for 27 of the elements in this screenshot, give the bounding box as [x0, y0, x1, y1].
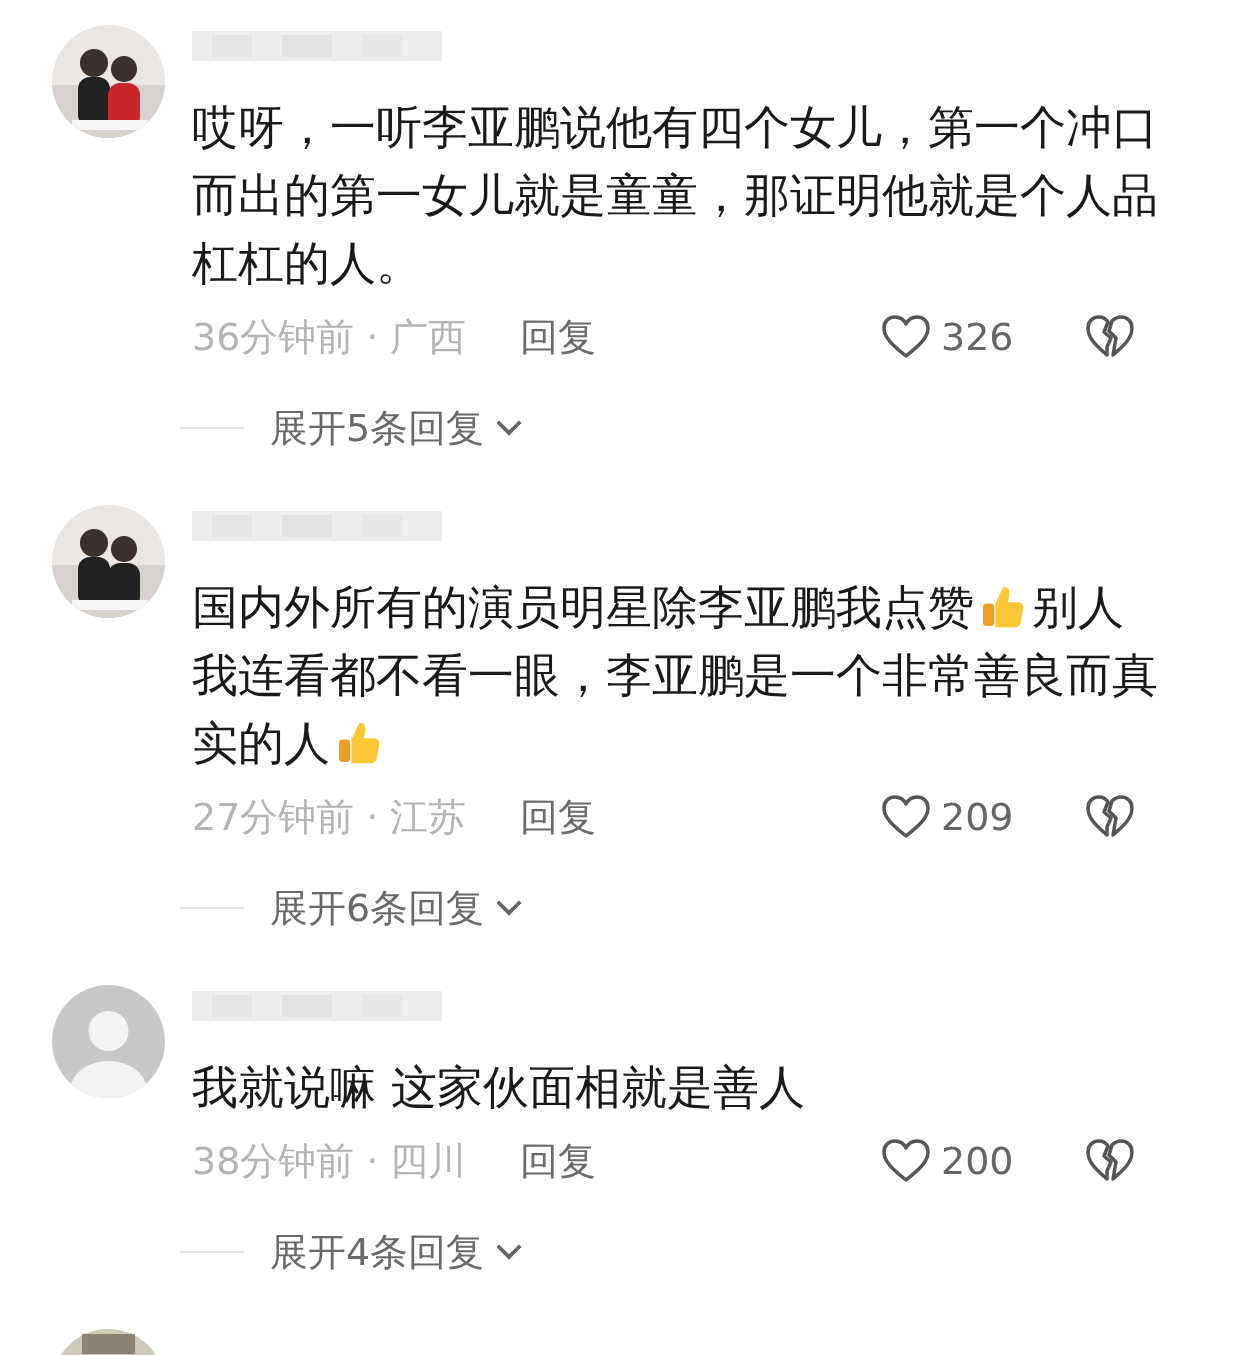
comment-time: 36分钟前 — [192, 313, 355, 361]
comment-text: 我就说嘛 这家伙面相就是善人 — [192, 1059, 806, 1116]
comment-text: 国内外所有的演员明星除李亚鹏我点赞 别人我连看都不看一眼，李亚鹏是一个非常善良而真实的人 — [192, 579, 1159, 772]
broken-heart-icon[interactable] — [1085, 314, 1135, 360]
comment-time: 27分钟前 — [192, 793, 355, 841]
comment-text: 哎呀，一听李亚鹏说他有四个女儿，第一个冲口而出的第一女儿就是童童，那证明他就是个人品杠杠的人。 — [192, 99, 1159, 292]
reply-button[interactable]: 回复 — [520, 791, 597, 843]
like-count: 326 — [941, 315, 1015, 359]
heart-icon[interactable] — [881, 1138, 931, 1184]
reply-button[interactable]: 回复 — [520, 311, 597, 363]
reply-button[interactable]: 回复 — [520, 1135, 597, 1187]
heart-icon[interactable] — [881, 314, 931, 360]
comment-location: 广西 — [390, 313, 467, 361]
separator-dot: · — [366, 795, 379, 839]
comment-location: 江苏 — [390, 793, 467, 841]
expand-replies-button[interactable]: 展开4条回复 — [270, 1226, 525, 1278]
separator-dot: · — [366, 315, 379, 359]
like-count: 200 — [941, 1139, 1015, 1183]
separator-dot: · — [366, 1139, 379, 1183]
heart-icon[interactable] — [881, 794, 931, 840]
broken-heart-icon[interactable] — [1085, 794, 1135, 840]
expand-replies-button[interactable]: 展开5条回复 — [270, 402, 525, 454]
comment-location: 四川 — [390, 1137, 467, 1185]
like-count: 209 — [941, 795, 1015, 839]
expand-replies-button[interactable]: 展开6条回复 — [270, 882, 525, 934]
comment-time: 38分钟前 — [192, 1137, 355, 1185]
broken-heart-icon[interactable] — [1085, 1138, 1135, 1184]
